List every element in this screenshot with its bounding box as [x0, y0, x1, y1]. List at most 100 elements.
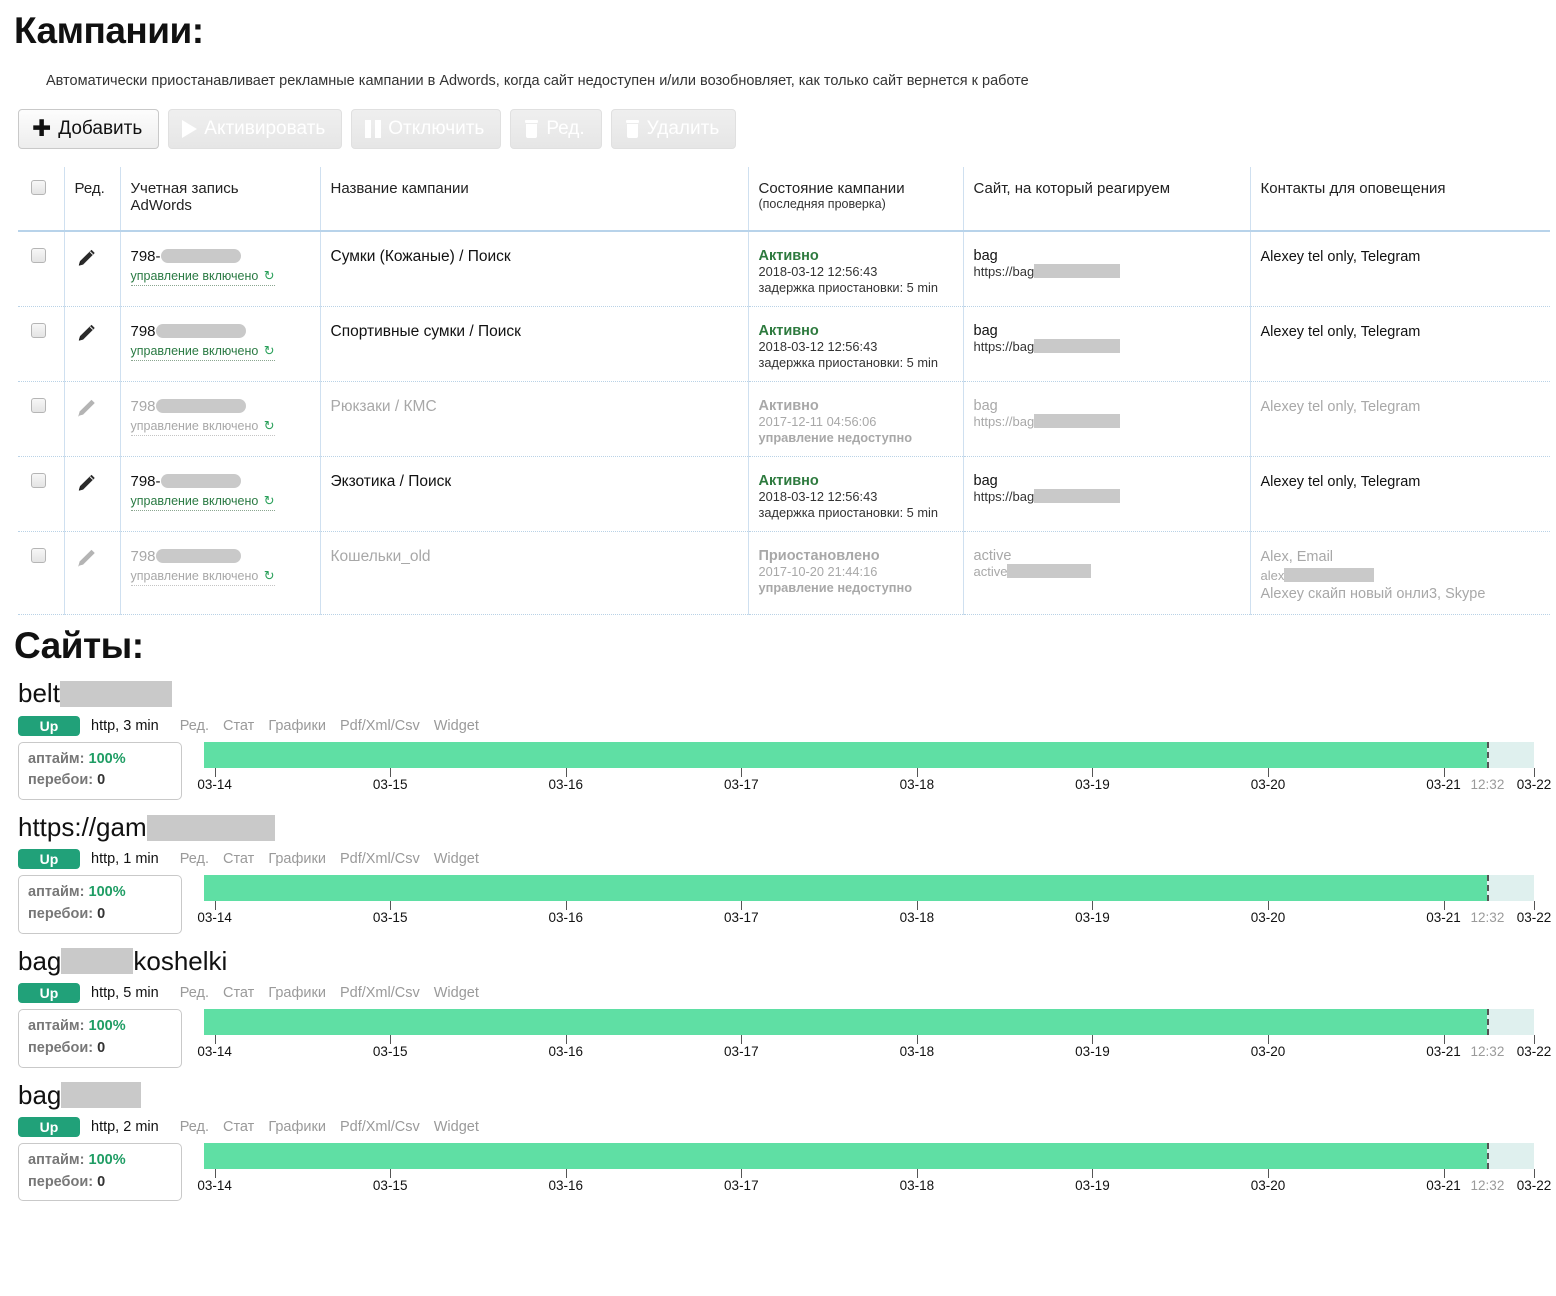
pencil-icon[interactable] — [75, 248, 97, 270]
site-link-edit[interactable]: Ред. — [180, 851, 209, 867]
refresh-icon[interactable]: ↻ — [264, 493, 275, 508]
management-status[interactable]: управление включено ↻ — [130, 343, 275, 361]
state-detail: управление недоступно — [758, 429, 913, 445]
site-link-stats[interactable]: Стат — [223, 718, 254, 734]
refresh-icon[interactable]: ↻ — [264, 568, 275, 583]
site-link-charts[interactable]: Графики — [268, 851, 326, 867]
column-header-account: Учетная запись AdWords — [119, 166, 320, 231]
site-link-charts[interactable]: Графики — [268, 718, 326, 734]
axis-label: 03-15 — [372, 1177, 408, 1193]
table-row[interactable]: 798- управление включено ↻ Сумки (Кожаные)… — [18, 230, 1550, 307]
campaign-state: Приостановлено — [758, 547, 880, 564]
site-link-stats[interactable]: Стат — [223, 851, 254, 867]
management-status[interactable]: управление включено ↻ — [130, 493, 275, 511]
axis-label: 03-20 — [1250, 776, 1286, 792]
uptime-bar[interactable] — [204, 741, 1534, 768]
row-edit-cell[interactable] — [63, 306, 120, 382]
site-link-widget[interactable]: Widget — [434, 851, 479, 867]
axis-label: 03-16 — [548, 1177, 584, 1193]
campaign-state: Активно — [758, 397, 819, 414]
table-row[interactable]: 798 управление включено ↻ Спортивные сумки… — [18, 306, 1550, 382]
column-header-contacts: Контакты для оповещения — [1249, 166, 1550, 231]
row-checkbox[interactable] — [31, 547, 46, 563]
site-name[interactable]: bag — [18, 1081, 1556, 1109]
site-link-edit[interactable]: Ред. — [180, 718, 209, 734]
delete-button[interactable]: Удалить — [610, 108, 737, 149]
axis-tick — [1534, 1168, 1535, 1178]
campaign-name: Кошельки_old — [330, 547, 431, 565]
pencil-icon[interactable] — [75, 398, 97, 420]
axis-tick — [1268, 901, 1269, 911]
site-link-widget[interactable]: Widget — [434, 985, 479, 1001]
uptime-bar[interactable] — [204, 1142, 1534, 1169]
row-checkbox[interactable] — [31, 397, 46, 413]
axis-tick — [565, 1168, 567, 1178]
axis-label: 03-16 — [548, 1044, 584, 1060]
now-label: 12:32 — [1470, 776, 1505, 792]
row-checkbox[interactable] — [31, 472, 46, 488]
pencil-icon[interactable] — [75, 473, 97, 495]
table-row[interactable]: 798 управление включено ↻ Рюкзаки / КМС Акт… — [18, 381, 1550, 457]
site-link-stats[interactable]: Стат — [223, 1119, 254, 1135]
select-all-header — [18, 167, 64, 231]
site-link-widget[interactable]: Widget — [434, 718, 479, 734]
uptime-bar[interactable] — [204, 1009, 1534, 1036]
row-select-cell — [18, 381, 64, 456]
pencil-icon[interactable] — [75, 548, 97, 570]
row-checkbox[interactable] — [31, 322, 46, 338]
uptime-bar[interactable] — [204, 875, 1534, 902]
table-row[interactable]: 798- управление включено ↻ Экзотика / Поис… — [18, 456, 1550, 532]
site-link-charts[interactable]: Графики — [268, 985, 326, 1001]
refresh-icon[interactable]: ↻ — [264, 418, 275, 433]
pencil-icon — [78, 324, 95, 341]
row-edit-cell[interactable] — [63, 456, 120, 532]
refresh-icon[interactable]: ↻ — [264, 268, 275, 283]
axis-tick — [1092, 1035, 1094, 1045]
site-name-prefix: belt — [18, 678, 60, 709]
site-link-stats[interactable]: Стат — [223, 985, 254, 1001]
contact-email: alex — [1261, 567, 1541, 585]
site-link-export[interactable]: Pdf/Xml/Csv — [340, 718, 420, 734]
select-all-checkbox[interactable] — [31, 179, 46, 195]
site-link-widget[interactable]: Widget — [434, 1119, 479, 1135]
refresh-icon[interactable]: ↻ — [264, 343, 275, 358]
site-link-edit[interactable]: Ред. — [180, 1119, 209, 1135]
table-row[interactable]: 798 управление включено ↻ Кошельки_old Прио… — [18, 531, 1550, 615]
activate-button[interactable]: Активировать — [168, 108, 343, 149]
last-check-time: 2018-03-12 12:56:43 — [758, 488, 878, 504]
site-link-export[interactable]: Pdf/Xml/Csv — [340, 1119, 420, 1135]
site-uptime-row: аптайм: 100% перебои: 0 03-14 03-15 03-16 03-… — [18, 1142, 1556, 1202]
site-meta: Up http, 5 min Ред. Стат Графики Pdf/Xml/Csv W… — [18, 983, 1556, 1004]
axis-label: 03-15 — [372, 1044, 408, 1060]
management-status[interactable]: управление включено ↻ — [130, 268, 275, 286]
management-status[interactable]: управление включено ↻ — [130, 418, 275, 436]
axis-label: 03-16 — [548, 776, 584, 792]
row-edit-cell[interactable] — [63, 381, 120, 457]
redacted-block — [1034, 263, 1121, 278]
uptime-bar-up — [204, 1009, 1488, 1036]
axis-label: 03-17 — [724, 776, 759, 792]
pencil-icon[interactable] — [75, 323, 97, 345]
axis-label: 03-17 — [724, 910, 759, 926]
site-uptime-row: аптайм: 100% перебои: 0 03-14 03-15 03-16 03-… — [18, 741, 1556, 801]
row-edit-cell[interactable] — [63, 531, 120, 615]
site-actions: Ред. Стат Графики Pdf/Xml/Csv Widget — [180, 985, 479, 1001]
row-edit-cell[interactable] — [63, 230, 120, 307]
site-link-export[interactable]: Pdf/Xml/Csv — [340, 985, 420, 1001]
pencil-icon — [77, 549, 95, 567]
site-link-export[interactable]: Pdf/Xml/Csv — [340, 851, 420, 867]
site-link-charts[interactable]: Графики — [268, 1119, 326, 1135]
site-name[interactable]: https://gam — [18, 813, 1556, 841]
site-name[interactable]: belt — [18, 678, 1556, 709]
edit-button[interactable]: Ред. — [510, 108, 602, 149]
row-checkbox[interactable] — [31, 247, 46, 263]
row-account-cell: 798- управление включено ↻ — [119, 230, 320, 307]
monitored-site-url: https://bag — [974, 488, 1240, 504]
site-block: https://gam Up http, 1 min Ред. Стат Графики P… — [0, 800, 1556, 934]
add-button[interactable]: ✚ Добавить — [18, 108, 160, 149]
management-status[interactable]: управление включено ↻ — [130, 568, 275, 586]
site-link-edit[interactable]: Ред. — [180, 985, 209, 1001]
deactivate-button[interactable]: Отключить — [351, 108, 502, 149]
site-name[interactable]: bag koshelki — [18, 947, 1556, 975]
page-title: Кампании: — [14, 10, 204, 51]
